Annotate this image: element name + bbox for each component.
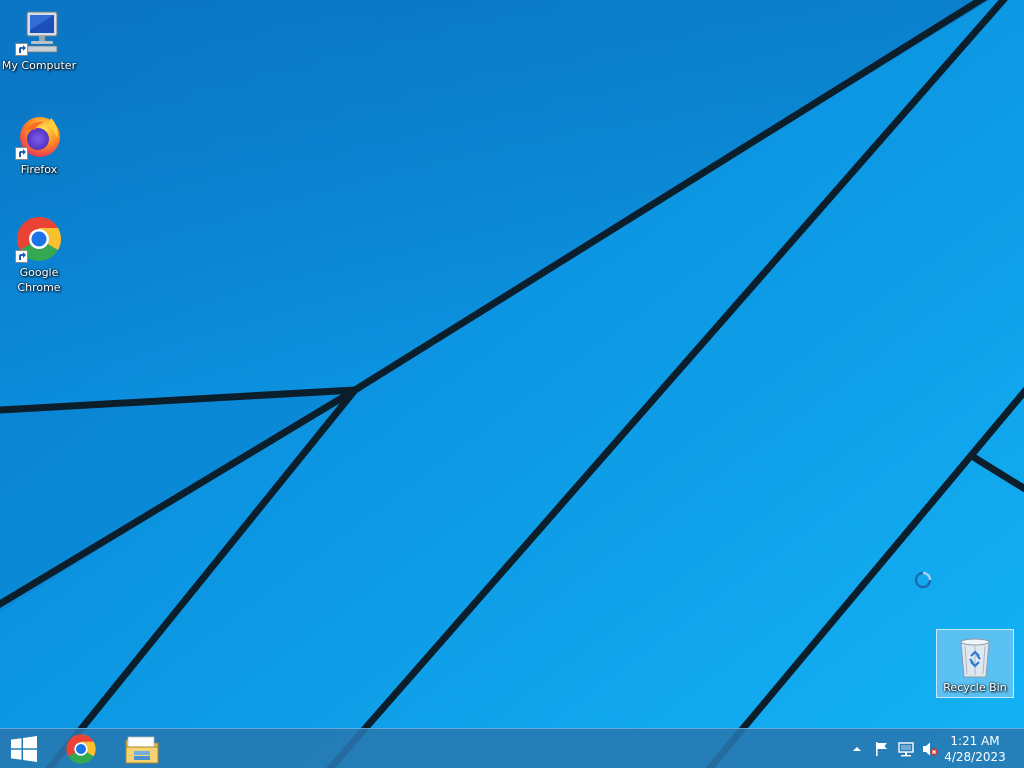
windows-logo-icon — [11, 736, 37, 762]
desktop-icon-label: My Computer — [1, 59, 77, 72]
start-button[interactable] — [0, 729, 48, 768]
shortcut-arrow-icon — [15, 250, 28, 263]
volume-muted-icon[interactable] — [922, 741, 938, 757]
desktop: My Computer Firefox Google Chrome Recycl… — [0, 0, 1024, 768]
network-icon[interactable] — [898, 741, 914, 757]
action-center-flag-icon[interactable] — [874, 741, 890, 757]
taskbar-file-explorer-button[interactable] — [113, 729, 171, 768]
busy-cursor-icon — [914, 571, 932, 589]
firefox-icon — [15, 112, 63, 160]
clock-time: 1:21 AM — [950, 734, 1000, 748]
desktop-icon-firefox[interactable]: Firefox — [0, 112, 78, 177]
shortcut-arrow-icon — [15, 43, 28, 56]
desktop-icon-my-computer[interactable]: My Computer — [0, 8, 78, 73]
desktop-icon-label: Recycle Bin — [943, 681, 1007, 694]
wallpaper — [0, 0, 1024, 768]
recycle-bin-icon — [951, 632, 999, 680]
taskbar: 1:21 AM 4/28/2023 — [0, 728, 1024, 768]
shortcut-arrow-icon — [15, 147, 28, 160]
computer-icon — [15, 8, 63, 56]
desktop-icon-google-chrome[interactable]: Google Chrome — [0, 215, 78, 295]
chrome-icon — [66, 734, 96, 764]
chrome-icon — [15, 215, 63, 263]
show-hidden-icons-chevron-icon[interactable] — [849, 741, 865, 757]
desktop-icon-label: Firefox — [20, 163, 58, 176]
clock-date: 4/28/2023 — [944, 750, 1006, 764]
desktop-icon-label: Google Chrome — [17, 266, 61, 294]
taskbar-clock[interactable]: 1:21 AM 4/28/2023 — [940, 733, 1010, 765]
file-explorer-icon — [125, 736, 159, 764]
desktop-icon-recycle-bin[interactable]: Recycle Bin — [936, 629, 1014, 698]
taskbar-chrome-button[interactable] — [52, 729, 110, 768]
